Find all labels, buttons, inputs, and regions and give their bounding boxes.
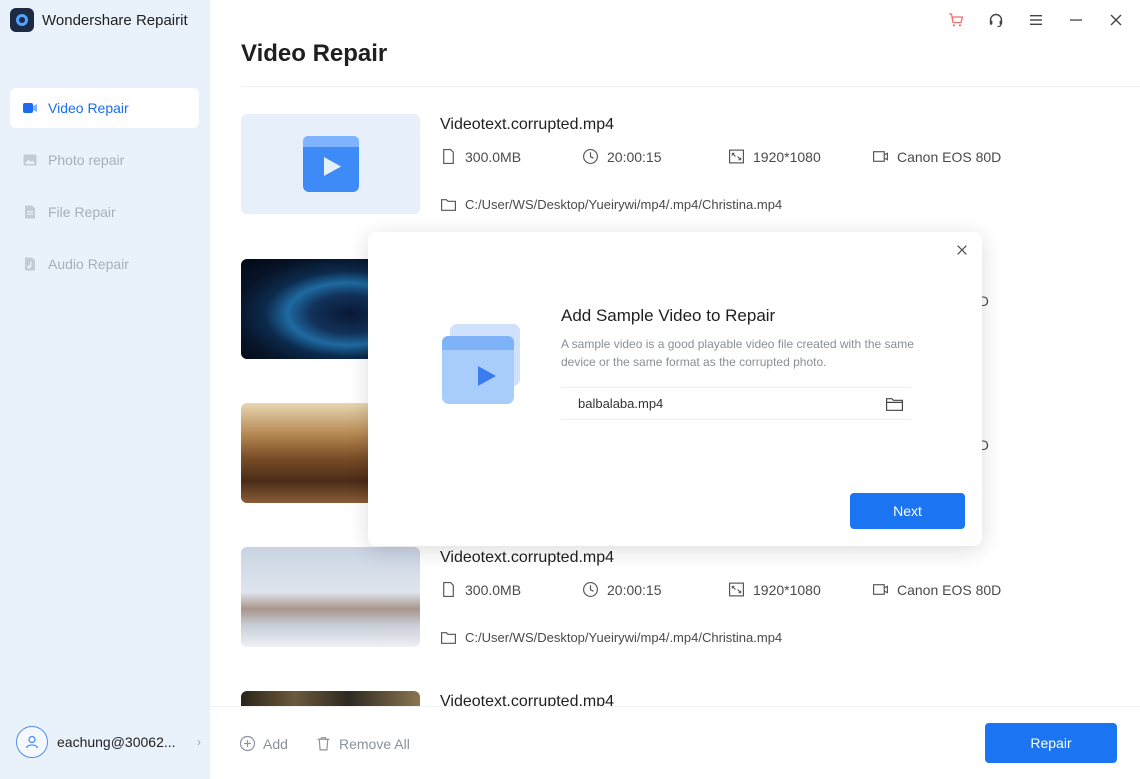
dialog-close-button[interactable] [952,240,972,260]
user-icon [25,735,39,749]
clock-icon [583,582,598,597]
file-path-value: C:/User/WS/Desktop/Yueirywi/mp4/.mp4/Chr… [465,630,783,645]
brand: Wondershare Repairit [10,8,188,32]
menu-icon [1030,15,1042,25]
folder-icon [441,199,456,211]
trash-icon [317,737,330,751]
sidebar-nav: Video Repair Photo repair File Repair Au… [10,88,199,296]
resolution-icon [729,582,744,597]
audio-icon [22,256,38,272]
folder-icon [885,397,903,411]
dialog-description: A sample video is a good playable video … [561,337,914,369]
file-path: C:/User/WS/Desktop/Yueirywi/mp4/.mp4/Chr… [440,629,782,646]
sample-video-illustration-icon [436,316,532,412]
repair-button[interactable]: Repair [985,723,1117,763]
clock-icon [583,149,598,164]
file-icon [443,582,454,597]
user-account[interactable]: eachung@30062... › [16,726,201,758]
file-resolution: 1920*1080 [728,148,821,165]
file-device-value: Canon EOS 80D [897,148,1002,165]
file-size-value: 300.0MB [465,148,522,165]
sidebar-item-video-repair[interactable]: Video Repair [10,88,199,128]
minimize-button[interactable] [1066,10,1086,30]
headset-icon [989,13,1003,28]
browse-folder-button[interactable] [883,394,905,414]
file-size: 300.0MB [440,148,521,165]
file-duration-value: 20:00:15 [607,581,662,598]
file-duration: 20:00:15 [582,581,662,598]
video-icon [22,100,38,116]
sample-file-name: balbalaba.mp4 [578,396,664,411]
add-button[interactable]: Add [239,735,288,752]
dialog-title: Add Sample Video to Repair [561,306,776,325]
file-device-value: Canon EOS 80D [897,581,1002,598]
file-device: Canon EOS 80D [872,148,1001,165]
file-icon [22,204,38,220]
file-duration: 20:00:15 [582,148,662,165]
file-resolution-value: 1920*1080 [753,148,821,165]
avatar [16,726,48,758]
file-resolution-value: 1920*1080 [753,581,821,598]
video-file-icon [302,136,359,192]
file-size: 300.0MB [440,581,521,598]
camera-icon [873,584,888,595]
sidebar-item-label: Audio Repair [48,256,129,272]
page-title: Video Repair [241,40,388,67]
close-button[interactable] [1106,10,1126,30]
file-size-value: 300.0MB [465,581,522,598]
sample-video-dialog: Add Sample Video to Repair A sample vide… [368,232,982,546]
file-path-value: C:/User/WS/Desktop/Yueirywi/mp4/.mp4/Chr… [465,197,783,212]
sidebar-item-label: File Repair [48,204,116,220]
sidebar-item-label: Video Repair [48,100,129,116]
next-button[interactable]: Next [850,493,965,529]
folder-icon [441,632,456,644]
file-icon [443,149,454,164]
sidebar-item-label: Photo repair [48,152,125,168]
plus-circle-icon [239,735,256,752]
repairit-logo-icon [10,8,34,32]
window-controls [946,10,1126,30]
video-thumbnail [241,114,420,214]
file-name: Videotext.corrupted.mp4 [440,549,615,566]
sidebar-item-photo-repair[interactable]: Photo repair [10,140,199,180]
file-device: Canon EOS 80D [872,581,1001,598]
file-row: Videotext.corrupted.mp4 300.0MB 20:00:15… [241,547,1101,647]
sample-file-field[interactable]: balbalaba.mp4 [561,387,911,420]
minimize-icon [1070,19,1082,21]
close-icon [957,245,967,255]
file-resolution: 1920*1080 [728,581,821,598]
sidebar-item-file-repair[interactable]: File Repair [10,192,199,232]
user-name: eachung@30062... [57,734,176,750]
support-button[interactable] [986,10,1006,30]
cart-icon [949,13,964,27]
sidebar: Wondershare Repairit Video Repair Photo … [0,0,210,779]
chevron-right-icon: › [197,735,201,749]
bottom-bar: Add Remove All Repair [210,706,1140,779]
camera-icon [873,151,888,162]
remove-all-button[interactable]: Remove All [315,735,410,752]
remove-all-label: Remove All [339,735,410,752]
file-duration-value: 20:00:15 [607,148,662,165]
menu-button[interactable] [1026,10,1046,30]
cart-button[interactable] [946,10,966,30]
divider [241,86,1140,87]
resolution-icon [729,149,744,164]
app-title: Wondershare Repairit [42,11,188,29]
photo-icon [22,152,38,168]
close-icon [1110,14,1122,26]
file-path: C:/User/WS/Desktop/Yueirywi/mp4/.mp4/Chr… [440,196,782,213]
video-thumbnail [241,547,420,647]
file-name: Videotext.corrupted.mp4 [440,116,615,133]
add-label: Add [263,735,288,752]
sidebar-item-audio-repair[interactable]: Audio Repair [10,244,199,284]
file-row: Videotext.corrupted.mp4 300.0MB 20:00:15… [241,114,1101,214]
